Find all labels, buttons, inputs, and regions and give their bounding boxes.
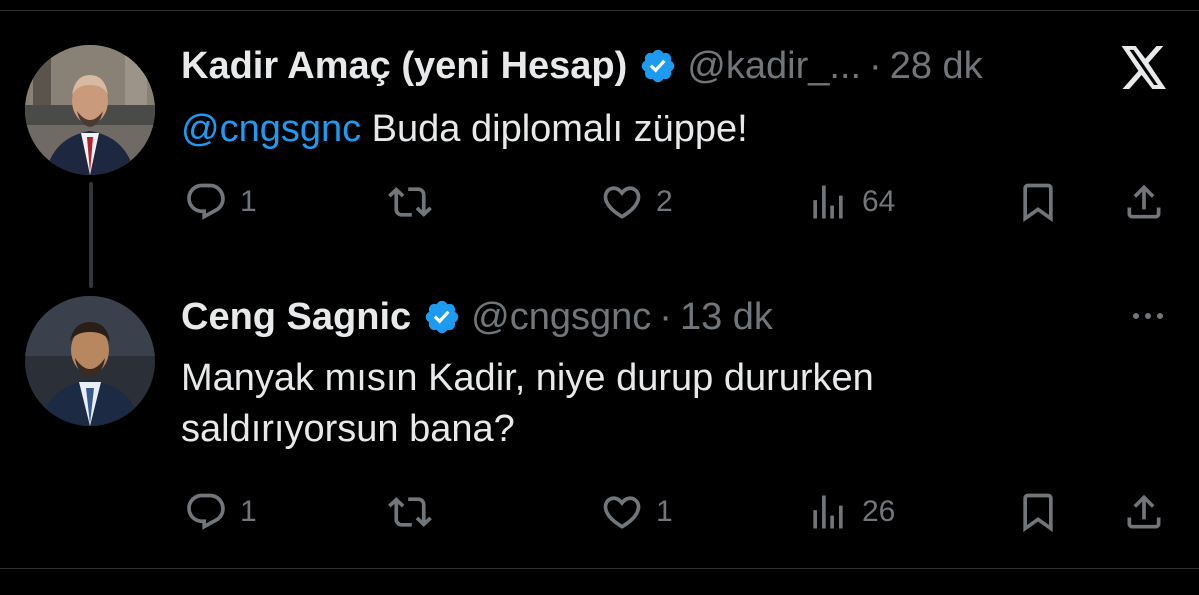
author-handle[interactable]: @cngsgnc [471,292,651,342]
views-button[interactable]: 26 [806,488,895,536]
reply-count: 1 [240,185,257,218]
heart-icon [603,186,641,219]
like-button[interactable]: 1 [600,488,673,536]
tweet-text-line-1: Manyak mısın Kadir, niye durup dururken [181,357,874,399]
author-avatar[interactable] [25,296,155,426]
tweet-header: Kadir Amaç (yeni Hesap) @kadir_... · 28 … [181,41,983,91]
views-count: 64 [862,185,896,218]
tweet-text: @cngsgnc Buda diplomalı züppe! [181,104,748,155]
bookmark-button[interactable] [1016,488,1060,536]
tweet-actions: 1 2 64 [0,178,1199,226]
avatar-photo [25,296,155,426]
x-logo-icon[interactable] [1120,46,1168,90]
tweet-text-content: Buda diplomalı züppe! [361,108,748,150]
heart-icon [603,496,641,529]
top-divider [0,10,1199,11]
tweet-text: Manyak mısın Kadir, niye durup dururken … [181,353,874,455]
reply-count: 1 [240,495,257,528]
share-icon [1127,494,1161,529]
author-avatar[interactable] [25,45,155,175]
tweet-header: Ceng Sagnic @cngsgnc · 13 dk [181,292,773,342]
repost-button[interactable] [388,178,444,226]
repost-icon [388,497,432,527]
repost-button[interactable] [388,488,444,536]
like-count: 2 [656,185,673,218]
views-count: 26 [862,495,896,528]
author-name[interactable]: Ceng Sagnic [181,292,411,342]
repost-icon [388,187,432,217]
tweet-actions: 1 1 26 [0,488,1199,536]
author-name[interactable]: Kadir Amaç (yeni Hesap) [181,41,627,91]
share-button[interactable] [1122,488,1166,536]
bottom-divider [0,568,1199,569]
share-button[interactable] [1122,178,1166,226]
bookmark-icon [1023,493,1053,533]
mention-link[interactable]: @cngsgnc [181,108,361,150]
verified-badge-icon [639,47,677,85]
reply-icon [187,493,225,530]
share-icon [1127,184,1161,219]
like-count: 1 [656,495,673,528]
views-icon [813,495,843,529]
timestamp[interactable]: 13 dk [680,292,773,342]
more-horizontal-icon[interactable] [1124,300,1172,332]
tweet-text-line-2: saldırıyorsun bana? [181,408,515,450]
avatar-photo [25,45,155,175]
like-button[interactable]: 2 [600,178,673,226]
views-icon [813,185,843,219]
reply-icon [187,183,225,220]
verified-badge-icon [423,298,461,336]
timestamp[interactable]: 28 dk [890,41,983,91]
separator-dot: · [869,45,882,87]
separator-dot: · [659,296,672,338]
views-button[interactable]: 64 [806,178,895,226]
reply-button[interactable]: 1 [184,178,257,226]
bookmark-icon [1023,183,1053,223]
author-handle[interactable]: @kadir_... [687,41,861,91]
bookmark-button[interactable] [1016,178,1060,226]
reply-button[interactable]: 1 [184,488,257,536]
